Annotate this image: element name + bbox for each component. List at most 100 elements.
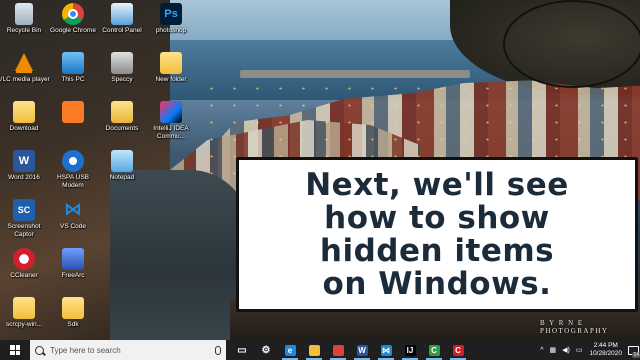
camtasia-icon: C (428, 344, 440, 356)
desktop-icon-hspa-modem[interactable]: HSPA USB Modem (47, 150, 99, 190)
system-tray: ^ ▦ ◀) ▭ 2:44 PM 10/28/2020 14 (537, 340, 640, 360)
speccy-icon (111, 52, 133, 74)
desktop-icon-documents[interactable]: Documents (96, 101, 148, 133)
desktop-icon-label: IntelliJ IDEA Commu... (153, 125, 189, 140)
start-button[interactable] (0, 340, 30, 360)
taskbar-app-task-view[interactable]: ▭ (230, 340, 254, 360)
desktop-icon-sdk[interactable]: Sdk (47, 297, 99, 329)
taskbar-app-vscode[interactable]: ⋈ (374, 340, 398, 360)
word-icon: W (356, 344, 368, 356)
folder-icon (160, 52, 182, 74)
file-explorer-icon (308, 344, 320, 356)
desktop-icon-photoshop[interactable]: Ps photoshop (145, 3, 197, 35)
desktop-icon-xampp[interactable] (47, 101, 99, 125)
folder-icon (13, 297, 35, 319)
hspa-modem-icon (62, 150, 84, 172)
desktop-icon-label: Screenshot Captor (7, 223, 41, 238)
caption-line: on Windows. (322, 265, 552, 302)
folder-icon (62, 297, 84, 319)
search-icon (35, 345, 44, 355)
task-view-icon: ▭ (236, 344, 248, 356)
wallpaper-river (110, 170, 250, 340)
desktop-icon-ccleaner[interactable]: CCleaner (0, 248, 50, 280)
vlc-icon (13, 52, 35, 74)
photoshop-icon: Ps (160, 3, 182, 25)
desktop-icon-screenshot-captor[interactable]: SC Screenshot Captor (0, 199, 50, 239)
desktop-icon-label: Documents (105, 125, 139, 132)
volume-icon[interactable]: ◀) (562, 346, 570, 354)
taskbar-app-camtasia[interactable]: C (422, 340, 446, 360)
desktop-icon-notepad[interactable]: Notepad (96, 150, 148, 182)
control-panel-icon (111, 3, 133, 25)
taskbar-app-word[interactable]: W (350, 340, 374, 360)
caption-line: how to show (324, 199, 550, 236)
notepad-icon (111, 150, 133, 172)
desktop-icon-recycle-bin[interactable]: Recycle Bin (0, 3, 50, 35)
recycle-bin-icon (15, 3, 33, 25)
desktop-icon-new-folder[interactable]: New folder (145, 52, 197, 84)
microphone-icon[interactable] (215, 345, 221, 355)
chrome-icon (62, 3, 84, 25)
taskbar-app-chrome[interactable] (326, 340, 350, 360)
windows-logo-icon (10, 345, 20, 355)
desktop-icon-label: Sdk (67, 321, 79, 328)
desktop-icon-label: photoshop (155, 27, 187, 34)
downloads-folder-icon (13, 101, 35, 123)
intellij-idea-icon (160, 101, 182, 123)
network-icon[interactable]: ▦ (549, 346, 556, 354)
desktop-icon-label: Download (9, 125, 39, 132)
action-center-button[interactable]: 14 (626, 340, 640, 360)
taskbar-clock[interactable]: 2:44 PM 10/28/2020 (589, 342, 622, 358)
caption-line: Next, we'll see (305, 166, 569, 203)
desktop-icon-this-pc[interactable]: This PC (47, 52, 99, 84)
search-placeholder: Type here to search (50, 345, 121, 355)
desktop-icon-label: Speccy (111, 76, 133, 83)
word-icon: W (13, 150, 35, 172)
desktop-icon-label: Word 2016 (8, 174, 40, 181)
tutorial-caption-banner: Next, we'll see how to show hidden items… (236, 157, 638, 312)
settings-icon: ⚙ (260, 344, 272, 356)
taskbar-app-settings[interactable]: ⚙ (254, 340, 278, 360)
freearc-icon (62, 248, 84, 270)
clock-date: 10/28/2020 (589, 350, 622, 357)
caption-line: hidden items (319, 232, 555, 269)
notification-count: 14 (632, 352, 640, 358)
taskbar-app-intellij-idea[interactable]: IJ (398, 340, 422, 360)
taskbar-search-box[interactable]: Type here to search (30, 340, 226, 360)
desktop-icon-label: FreeArc (61, 272, 85, 279)
tray-overflow-chevron-icon[interactable]: ^ (540, 347, 543, 354)
taskbar-app-edge[interactable]: e (278, 340, 302, 360)
edge-icon: e (284, 344, 296, 356)
photo-watermark: B Y R N E PHOTOGRAPHY (540, 319, 609, 335)
desktop-icon-label: This PC (61, 76, 85, 83)
desktop-icon-word[interactable]: W Word 2016 (0, 150, 50, 182)
taskbar: Type here to search ▭ ⚙ e W ⋈ IJ C C ^ ▦ ◀) ▭ 2… (0, 340, 640, 360)
intellij-idea-icon: IJ (404, 344, 416, 356)
desktop-icon-scrcpy[interactable]: scrcpy-win... (0, 297, 50, 329)
desktop-icon-label: HSPA USB Modem (56, 174, 90, 189)
this-pc-icon (62, 52, 84, 74)
desktop-icon-intellij[interactable]: IntelliJ IDEA Commu... (145, 101, 197, 141)
desktop-icon-download[interactable]: Download (0, 101, 50, 133)
screenshot-captor-icon: SC (13, 199, 35, 221)
ccleaner-icon (13, 248, 35, 270)
desktop-icon-label: VLC media player (0, 76, 50, 83)
keyboard-icon[interactable]: ▭ (576, 346, 583, 354)
taskbar-app-file-explorer[interactable] (302, 340, 326, 360)
taskbar-app-screen-recorder[interactable]: C (446, 340, 470, 360)
desktop-icon-control-panel[interactable]: Control Panel (96, 3, 148, 35)
desktop-icon-label: scrcpy-win... (5, 321, 43, 328)
chrome-icon (332, 344, 344, 356)
pinned-apps: ▭ ⚙ e W ⋈ IJ C C (230, 340, 470, 360)
screen-recorder-icon: C (452, 344, 464, 356)
clock-time: 2:44 PM (593, 342, 618, 349)
spotlight-circle-annotation (503, 0, 640, 88)
desktop-icon-vscode[interactable]: ⋈ VS Code (47, 199, 99, 231)
desktop-icon-label: CCleaner (10, 272, 38, 279)
desktop-icon-label: Control Panel (102, 27, 142, 34)
desktop-icon-chrome[interactable]: Google Chrome (47, 3, 99, 35)
desktop-icon-vlc[interactable]: VLC media player (0, 52, 50, 84)
desktop-icon-speccy[interactable]: Speccy (96, 52, 148, 84)
desktop-icon-freearc[interactable]: FreeArc (47, 248, 99, 280)
desktop-icon-label: VS Code (59, 223, 87, 230)
